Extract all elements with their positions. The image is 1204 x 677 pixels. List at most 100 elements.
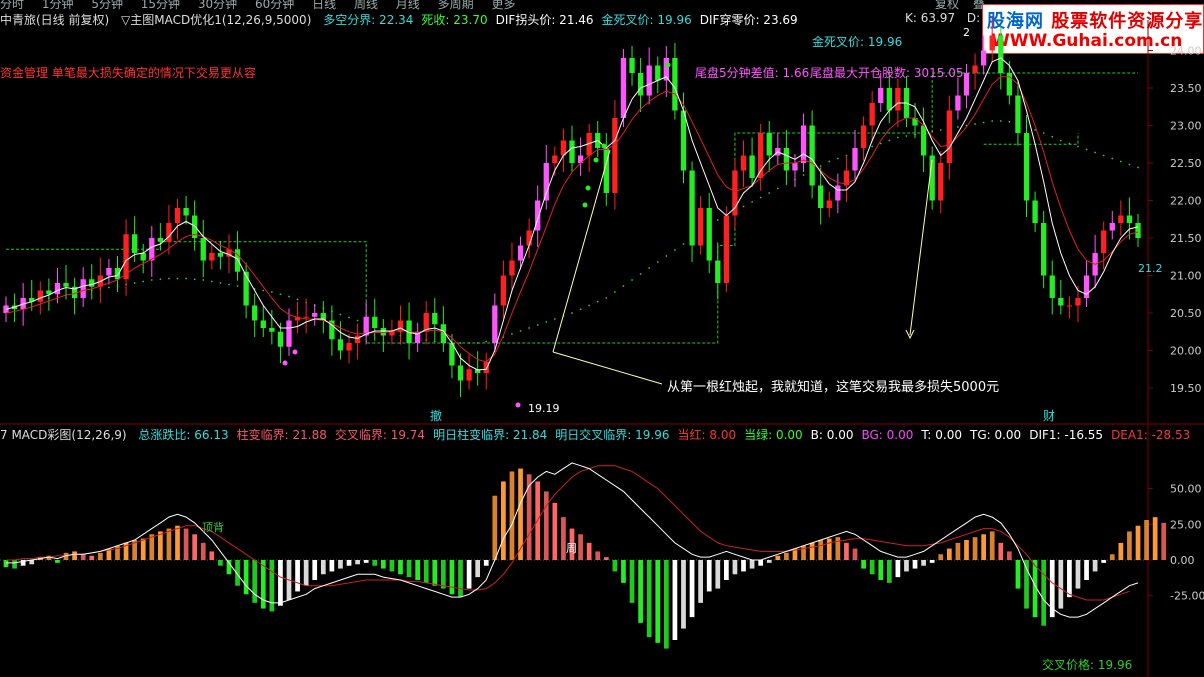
macd-bar: [586, 542, 592, 560]
candle-body: [980, 50, 987, 66]
trend-dot: [468, 342, 470, 344]
first-red-candle-note: 从第一根红烛起，我就知道，这笔交易我最多损失5000元: [667, 379, 999, 395]
macd-bar: [449, 560, 455, 595]
candle-body: [680, 110, 687, 171]
trend-dot: [656, 261, 659, 263]
candle-body: [312, 313, 318, 317]
main-axis-label: 19.50: [1170, 382, 1202, 395]
candle-body: [269, 328, 275, 332]
macd-bar: [629, 560, 635, 603]
macd-bar: [1135, 525, 1141, 560]
trend-dot: [459, 342, 462, 344]
candle-body: [869, 103, 875, 126]
buy-signal-dot: [585, 185, 591, 191]
macd-bar: [89, 555, 95, 560]
candle-body: [800, 125, 807, 163]
top-divergence-label: 顶背: [202, 520, 224, 534]
main-axis-label: 20.50: [1170, 307, 1202, 320]
candle-body: [920, 125, 927, 156]
candle-body: [569, 140, 575, 163]
trend-dot: [1102, 154, 1105, 157]
top-price-label: 2: [963, 26, 970, 39]
macd-bar: [981, 534, 986, 560]
macd-bar: [595, 551, 601, 560]
candle-body: [483, 361, 489, 373]
candle-body: [517, 245, 524, 261]
low-price-label: 19.19: [528, 402, 560, 415]
candle-body: [234, 249, 241, 272]
candle-body: [500, 275, 507, 306]
candle-body: [526, 230, 532, 246]
candle-body: [672, 58, 678, 111]
sell-signal-dot: [282, 360, 288, 366]
candle-body: [938, 163, 944, 201]
candle-body: [818, 185, 824, 208]
trend-dot: [751, 201, 753, 203]
support-resistance-level: [983, 133, 1079, 145]
trend-dot: [519, 330, 522, 332]
trend-dot: [836, 157, 839, 160]
macd-bar: [441, 560, 446, 589]
candle-body: [1049, 275, 1055, 298]
trend-dot: [588, 304, 591, 307]
candle-body: [783, 148, 790, 171]
candle-body: [1041, 223, 1047, 276]
macd-bar: [218, 560, 223, 566]
candle-body: [1023, 133, 1030, 201]
buy-signal-dot: [593, 157, 599, 163]
trend-dot: [622, 285, 625, 287]
macd-bar: [526, 474, 532, 560]
candle-body: [792, 163, 798, 171]
note-pointer-line: [552, 149, 611, 353]
candle-body: [612, 118, 618, 193]
main-axis-label: 23.00: [1170, 120, 1202, 133]
trend-dot: [682, 243, 685, 245]
macd-bar: [1109, 554, 1115, 560]
candle-body: [963, 73, 970, 96]
macd-bar: [492, 495, 498, 560]
trend-dot: [279, 293, 282, 296]
macd-bar: [243, 560, 249, 595]
trend-dot: [270, 291, 273, 293]
macd-bar: [175, 525, 180, 560]
macd-bar: [672, 560, 678, 640]
trend-dot: [639, 273, 642, 275]
trend-dot: [1137, 166, 1139, 169]
golden-cross-label: 金死叉价: 19.96: [812, 34, 902, 49]
macd-bar: [346, 560, 352, 566]
macd-bar: [389, 560, 395, 572]
trend-dot: [999, 120, 1002, 122]
macd-bar: [355, 560, 360, 565]
candle-body: [466, 369, 472, 381]
candle-body: [492, 305, 498, 343]
sub-axis-label: 50.00: [1170, 483, 1202, 496]
risk-management-note: 资金管理 单笔最大损失确定的情况下交易更从容: [0, 65, 256, 80]
macd-bar: [363, 560, 369, 563]
macd-bar: [303, 560, 309, 586]
candle-body: [998, 35, 1004, 73]
macd-bar: [329, 560, 335, 572]
candle-body: [509, 260, 515, 276]
candle-body: [637, 73, 644, 96]
stock-chart[interactable]: 24.00 23.50 23.00 22.50 22.00 21.50 21.00 20.50…: [0, 0, 1204, 677]
trend-dot: [759, 196, 762, 199]
trend-dot: [108, 286, 110, 289]
macd-bar: [269, 560, 275, 612]
trend-dot: [1128, 163, 1131, 166]
candle-body: [989, 35, 995, 51]
candle-body: [620, 58, 627, 118]
macd-bar: [1015, 560, 1021, 589]
low-marker: [515, 402, 521, 408]
candle-body: [131, 234, 138, 253]
candle-body: [303, 316, 309, 318]
trend-dot: [716, 219, 719, 221]
macd-bar: [1007, 551, 1012, 560]
trend-dot: [202, 279, 205, 281]
candle-body: [354, 335, 361, 343]
trend-dot: [631, 279, 633, 281]
trend-dot: [888, 139, 891, 142]
candle-body: [972, 65, 978, 73]
trend-dot: [905, 135, 908, 137]
candle-body: [895, 88, 901, 111]
macd-bar: [912, 560, 918, 569]
